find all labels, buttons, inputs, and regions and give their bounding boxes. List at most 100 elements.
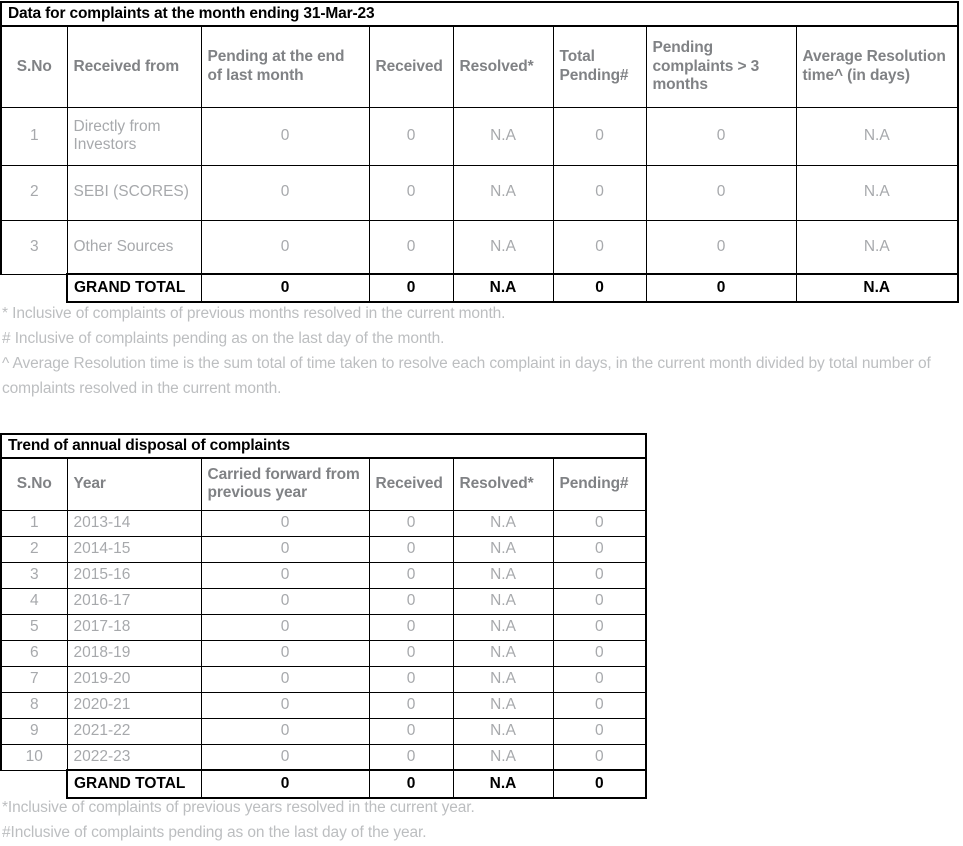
- cell-avg-resolution-time: N.A: [795, 106, 959, 166]
- cell-sno: 8: [0, 691, 68, 719]
- cell-sno: 7: [0, 665, 68, 693]
- annual-disposal-table-container: Trend of annual disposal of complaints S…: [0, 433, 647, 799]
- table-row: 1 Directly from Investors 0 0 N.A 0 0 N.…: [0, 106, 959, 166]
- cell-received: 0: [368, 743, 454, 771]
- cell-received: 0: [368, 164, 454, 221]
- cell-sno: 1: [0, 106, 68, 166]
- total-label: GRAND TOTAL: [66, 273, 202, 303]
- cell-pending: 0: [552, 717, 647, 745]
- header-resolved: Resolved*: [452, 457, 554, 511]
- header-pending: Pending#: [552, 457, 647, 511]
- header-avg-resolution-time: Average Resolution time^ (in days): [795, 25, 959, 108]
- footnote-caret: ^ Average Resolution time is the sum tot…: [2, 355, 931, 397]
- cell-carried-forward: 0: [200, 717, 370, 745]
- cell-sno: 9: [0, 717, 68, 745]
- cell-received: 0: [368, 691, 454, 719]
- cell-received: 0: [368, 509, 454, 537]
- total-carried-forward: 0: [200, 769, 370, 799]
- cell-year: 2019-20: [66, 665, 202, 693]
- cell-carried-forward: 0: [200, 561, 370, 589]
- annual-table-title-row: Trend of annual disposal of complaints: [0, 433, 647, 459]
- footnote-hash: # Inclusive of complaints pending as on …: [2, 330, 445, 347]
- cell-resolved: N.A: [452, 613, 554, 641]
- header-received: Received: [368, 457, 454, 511]
- cell-resolved: N.A: [452, 743, 554, 771]
- table-row: 1 2013-14 0 0 N.A 0: [0, 509, 647, 537]
- table-row: 4 2016-17 0 0 N.A 0: [0, 587, 647, 615]
- cell-carried-forward: 0: [200, 639, 370, 667]
- cell-pending: 0: [552, 509, 647, 537]
- header-carried-forward: Carried forward from previous year: [200, 457, 370, 511]
- total-total-pending: 0: [552, 273, 647, 303]
- cell-pending-last-month: 0: [200, 219, 370, 275]
- cell-carried-forward: 0: [200, 743, 370, 771]
- monthly-table-header-row: S.No Received from Pending at the end of…: [0, 25, 959, 108]
- cell-year: 2013-14: [66, 509, 202, 537]
- total-resolved: N.A: [452, 769, 554, 799]
- cell-carried-forward: 0: [200, 535, 370, 563]
- cell-sno: 5: [0, 613, 68, 641]
- annual-table-footnotes: *Inclusive of complaints of previous yea…: [2, 795, 702, 845]
- table-row: 7 2019-20 0 0 N.A 0: [0, 665, 647, 693]
- total-sno-blank: [1, 770, 68, 798]
- header-resolved: Resolved*: [452, 25, 554, 108]
- annual-table-title: Trend of annual disposal of complaints: [0, 433, 647, 459]
- table-row: 3 2015-16 0 0 N.A 0: [0, 561, 647, 589]
- header-received-from: Received from: [66, 25, 202, 108]
- table-row: 2 SEBI (SCORES) 0 0 N.A 0 0 N.A: [0, 164, 959, 221]
- cell-sno: 1: [0, 509, 68, 537]
- total-sno-blank: [1, 274, 68, 302]
- monthly-table-footnotes: * Inclusive of complaints of previous mo…: [2, 301, 960, 401]
- cell-resolved: N.A: [452, 561, 554, 589]
- cell-resolved: N.A: [452, 691, 554, 719]
- cell-pending-last-month: 0: [200, 164, 370, 221]
- cell-total-pending: 0: [552, 219, 647, 275]
- table-row: 10 2022-23 0 0 N.A 0: [0, 743, 647, 771]
- cell-pending: 0: [552, 613, 647, 641]
- footnote-hash: #Inclusive of complaints pending as on t…: [2, 824, 427, 841]
- cell-pending-gt-3-months: 0: [645, 219, 797, 275]
- cell-resolved: N.A: [452, 665, 554, 693]
- footnote-asterisk: * Inclusive of complaints of previous mo…: [2, 305, 506, 322]
- monthly-table-title: Data for complaints at the month ending …: [0, 1, 959, 27]
- cell-sno: 2: [0, 535, 68, 563]
- cell-received-from: SEBI (SCORES): [66, 164, 202, 221]
- cell-pending-gt-3-months: 0: [645, 106, 797, 166]
- cell-total-pending: 0: [552, 106, 647, 166]
- cell-carried-forward: 0: [200, 665, 370, 693]
- cell-received: 0: [368, 639, 454, 667]
- cell-pending: 0: [552, 665, 647, 693]
- cell-pending: 0: [552, 561, 647, 589]
- total-resolved: N.A: [452, 273, 554, 303]
- cell-resolved: N.A: [452, 509, 554, 537]
- cell-avg-resolution-time: N.A: [795, 164, 959, 221]
- table-row: 6 2018-19 0 0 N.A 0: [0, 639, 647, 667]
- header-pending-last-month: Pending at the end of last month: [200, 25, 370, 108]
- total-received: 0: [368, 273, 454, 303]
- annual-disposal-table: Trend of annual disposal of complaints S…: [0, 433, 647, 799]
- cell-received: 0: [368, 717, 454, 745]
- monthly-complaints-table: Data for complaints at the month ending …: [0, 1, 959, 303]
- cell-received: 0: [368, 535, 454, 563]
- cell-year: 2017-18: [66, 613, 202, 641]
- monthly-complaints-table-container: Data for complaints at the month ending …: [0, 1, 959, 303]
- cell-carried-forward: 0: [200, 509, 370, 537]
- cell-year: 2021-22: [66, 717, 202, 745]
- cell-received: 0: [368, 561, 454, 589]
- cell-pending-last-month: 0: [200, 106, 370, 166]
- header-sno: S.No: [0, 457, 68, 511]
- annual-grand-total-row: GRAND TOTAL 0 0 N.A 0: [1, 769, 647, 799]
- cell-year: 2016-17: [66, 587, 202, 615]
- cell-pending: 0: [552, 691, 647, 719]
- table-row: 9 2021-22 0 0 N.A 0: [0, 717, 647, 745]
- cell-received-from: Directly from Investors: [66, 106, 202, 166]
- total-pending-gt-3-months: 0: [645, 273, 797, 303]
- header-year: Year: [66, 457, 202, 511]
- cell-avg-resolution-time: N.A: [795, 219, 959, 275]
- total-pending-last-month: 0: [200, 273, 370, 303]
- cell-year: 2015-16: [66, 561, 202, 589]
- footnote-asterisk: *Inclusive of complaints of previous yea…: [2, 799, 475, 816]
- cell-received: 0: [368, 106, 454, 166]
- cell-year: 2014-15: [66, 535, 202, 563]
- cell-resolved: N.A: [452, 717, 554, 745]
